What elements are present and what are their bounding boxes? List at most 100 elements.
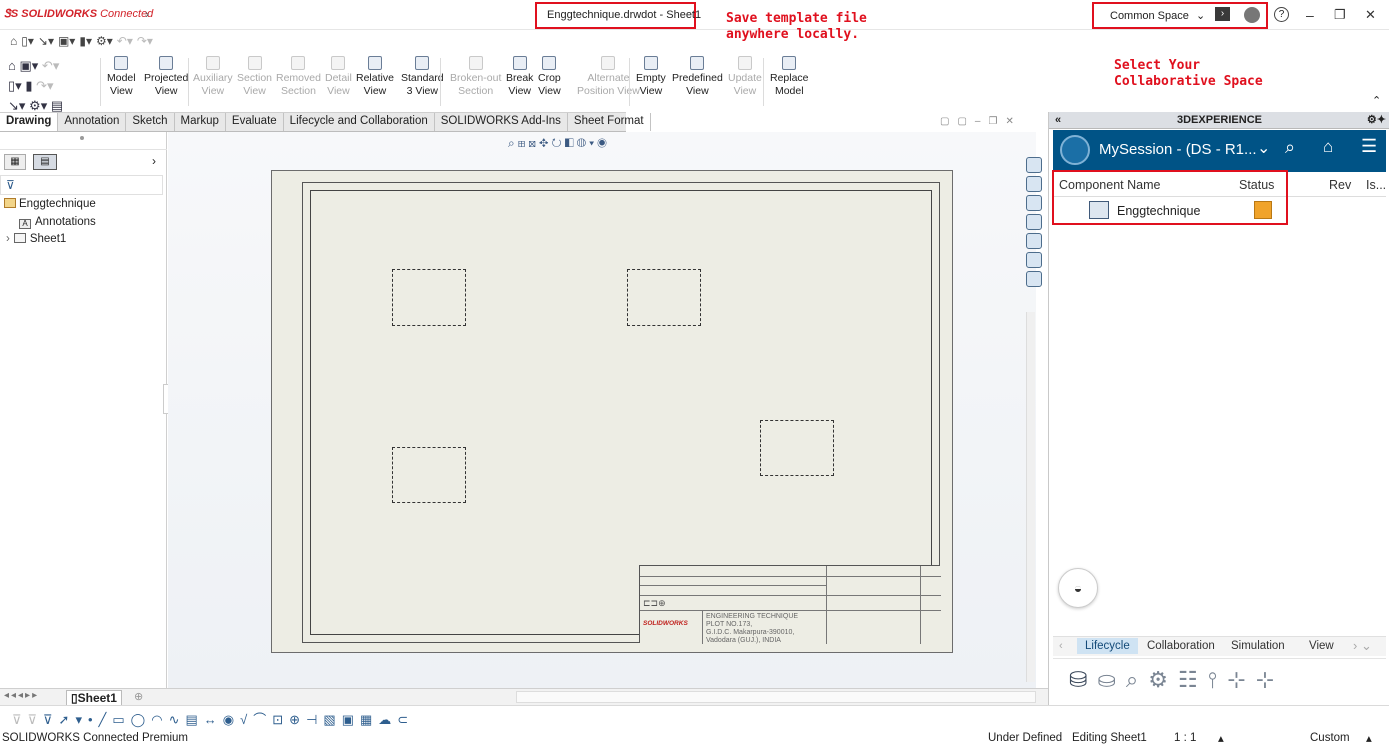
search-icon[interactable]: ⌕	[1285, 137, 1295, 158]
compass-terminal-icon[interactable]: ›	[1215, 7, 1230, 21]
select-icon[interactable]: ➚▾	[59, 712, 88, 727]
print-icon[interactable]: ▮	[25, 78, 32, 93]
tree-root[interactable]: Enggtechnique	[4, 198, 96, 210]
file-explorer-icon[interactable]	[1026, 195, 1042, 211]
point-icon[interactable]: •	[88, 712, 99, 727]
view-placeholder[interactable]	[760, 420, 834, 476]
add-sheet-icon[interactable]: ⊕	[134, 690, 143, 703]
zoom-area-icon[interactable]: ⊞	[518, 136, 529, 150]
save-icon[interactable]: ▣▾	[58, 34, 75, 48]
centerline-icon[interactable]: ⊣	[306, 712, 323, 727]
save-icon[interactable]: ▣▾	[19, 58, 38, 73]
resources-icon[interactable]	[1026, 271, 1042, 287]
rectangle-icon[interactable]: ▭	[112, 712, 130, 727]
scale-dropdown-icon[interactable]: ▴	[1218, 731, 1224, 745]
component-row-name[interactable]: Enggtechnique	[1117, 204, 1200, 218]
tree-annotations[interactable]: A Annotations	[19, 216, 96, 229]
featuremanager-tab-icon[interactable]: ▦	[4, 154, 26, 170]
space-select[interactable]: Common Space ⌄	[1110, 9, 1205, 22]
horizontal-scrollbar[interactable]	[516, 691, 1036, 703]
tab-collaboration[interactable]: Collaboration	[1147, 640, 1215, 652]
tab-annotation[interactable]: Annotation	[58, 113, 127, 131]
tag-icon[interactable]: ⌂	[1323, 137, 1333, 157]
custom-properties-icon[interactable]	[1026, 252, 1042, 268]
collapse-ribbon-icon[interactable]: ⌃	[1372, 94, 1381, 107]
ribbon-button-auxiliary-view[interactable]: Auxiliary View	[193, 56, 233, 98]
ribbon-button-broken-out-section[interactable]: Broken-out Section	[450, 56, 501, 98]
chevron-down-icon[interactable]: ⌄	[1257, 138, 1270, 158]
hatch-icon[interactable]: ▧	[323, 712, 341, 727]
datum-icon[interactable]: ⊡	[272, 712, 289, 727]
branch-icon[interactable]: ⊹	[1256, 667, 1284, 692]
note-icon[interactable]: ▤	[185, 712, 203, 727]
tile-icon[interactable]: ▢	[940, 116, 957, 127]
view-placeholder[interactable]	[392, 269, 466, 326]
line-icon[interactable]: ╱	[99, 712, 113, 727]
tab-drawing[interactable]: Drawing	[0, 113, 59, 131]
tab-view[interactable]: View	[1309, 640, 1334, 652]
ribbon-button-removed-section[interactable]: Removed Section	[276, 56, 321, 98]
new-icon[interactable]: ▯▾	[8, 78, 22, 93]
expand-arrow-icon[interactable]: ›	[145, 7, 149, 21]
expand-panel-icon[interactable]: ›	[152, 154, 156, 168]
cascade-icon[interactable]: ▢	[957, 116, 974, 127]
view-palette-icon[interactable]	[1026, 214, 1042, 230]
insert-icon[interactable]: ⫯	[1208, 667, 1228, 692]
arc-icon[interactable]: ◠	[151, 712, 168, 727]
tab-simulation[interactable]: Simulation	[1231, 640, 1285, 652]
pin-icon[interactable]: ⚙✦	[1367, 112, 1386, 128]
zoom-fit-icon[interactable]: ⌕	[508, 136, 518, 150]
3dexperience-icon[interactable]	[1026, 157, 1042, 173]
view-placeholder[interactable]	[392, 447, 466, 503]
tab-evaluate[interactable]: Evaluate	[226, 113, 284, 131]
revision-cloud-icon[interactable]: ☁	[378, 712, 397, 727]
ribbon-button-section-view[interactable]: Section View	[237, 56, 272, 98]
col-rev[interactable]: Rev	[1329, 178, 1351, 192]
minimize-icon[interactable]: –	[975, 116, 989, 127]
ribbon-button-detail-view[interactable]: Detail View	[325, 56, 352, 98]
circle-icon[interactable]: ◯	[131, 712, 152, 727]
ribbon-button-update-view[interactable]: Update View	[728, 56, 762, 98]
units-dropdown-icon[interactable]: ▴	[1366, 731, 1372, 745]
ribbon-button-alternate-position-view[interactable]: Alternate Position View	[577, 56, 640, 98]
status-scale[interactable]: 1 : 1	[1174, 732, 1196, 744]
ribbon-button-projected-view[interactable]: Projected View	[144, 56, 188, 98]
filter-icon[interactable]: ⊽	[43, 712, 59, 727]
table-icon[interactable]: ▦	[360, 712, 378, 727]
ribbon-button-model-view[interactable]: Model View	[107, 56, 136, 98]
tree-sheet1[interactable]: › Sheet1	[6, 233, 66, 245]
ribbon-button-empty-view[interactable]: Empty View	[636, 56, 666, 98]
open-icon[interactable]: ↘▾	[8, 98, 25, 113]
save-to-3dx-icon[interactable]: ⛁	[1069, 667, 1097, 692]
expand-arrow-icon[interactable]: ›	[6, 233, 10, 245]
undo-icon[interactable]: ↶▾	[117, 34, 133, 48]
weld-icon[interactable]: ⌒	[253, 712, 272, 727]
ribbon-button-replace-model[interactable]: Replace Model	[770, 56, 809, 98]
vertical-scrollbar[interactable]	[1026, 312, 1035, 682]
hide-show-icon[interactable]: ◍▾	[577, 136, 597, 150]
tab-markup[interactable]: Markup	[175, 113, 226, 131]
tab-lifecycle-collaboration[interactable]: Lifecycle and Collaboration	[284, 113, 435, 131]
database-icon[interactable]: ⛀	[1097, 667, 1125, 692]
appearance-icon[interactable]: ◉	[597, 136, 610, 150]
ribbon-button-break-view[interactable]: Break View	[506, 56, 533, 98]
undo-icon[interactable]: ↶▾	[42, 58, 59, 73]
magnet-icon[interactable]: ⊂	[397, 712, 414, 727]
status-units[interactable]: Custom	[1310, 732, 1350, 744]
tab-solidworks-addins[interactable]: SOLIDWORKS Add-Ins	[435, 113, 568, 131]
ribbon-button-relative-view[interactable]: Relative View	[356, 56, 394, 98]
redo-icon[interactable]: ↷▾	[137, 34, 153, 48]
spline-icon[interactable]: ∿	[169, 712, 186, 727]
zoom-sheet-icon[interactable]: ⊠	[528, 136, 539, 150]
dimension-icon[interactable]: ↔	[204, 712, 223, 727]
design-library-icon[interactable]	[1026, 176, 1042, 192]
balloon-icon[interactable]: ◉	[223, 712, 240, 727]
propertymanager-tab-icon[interactable]: ▤	[33, 154, 57, 170]
revision-icon[interactable]: ⚙	[1148, 667, 1178, 692]
options-icon[interactable]: ⚙▾	[29, 98, 47, 113]
prev-tab-icon[interactable]: ‹	[1059, 640, 1063, 652]
help-icon[interactable]: ?	[1274, 7, 1289, 22]
menu-icon[interactable]: ☰	[1361, 136, 1377, 157]
open-icon[interactable]: ↘▾	[38, 34, 54, 48]
rotate-icon[interactable]: ↻	[552, 136, 565, 150]
